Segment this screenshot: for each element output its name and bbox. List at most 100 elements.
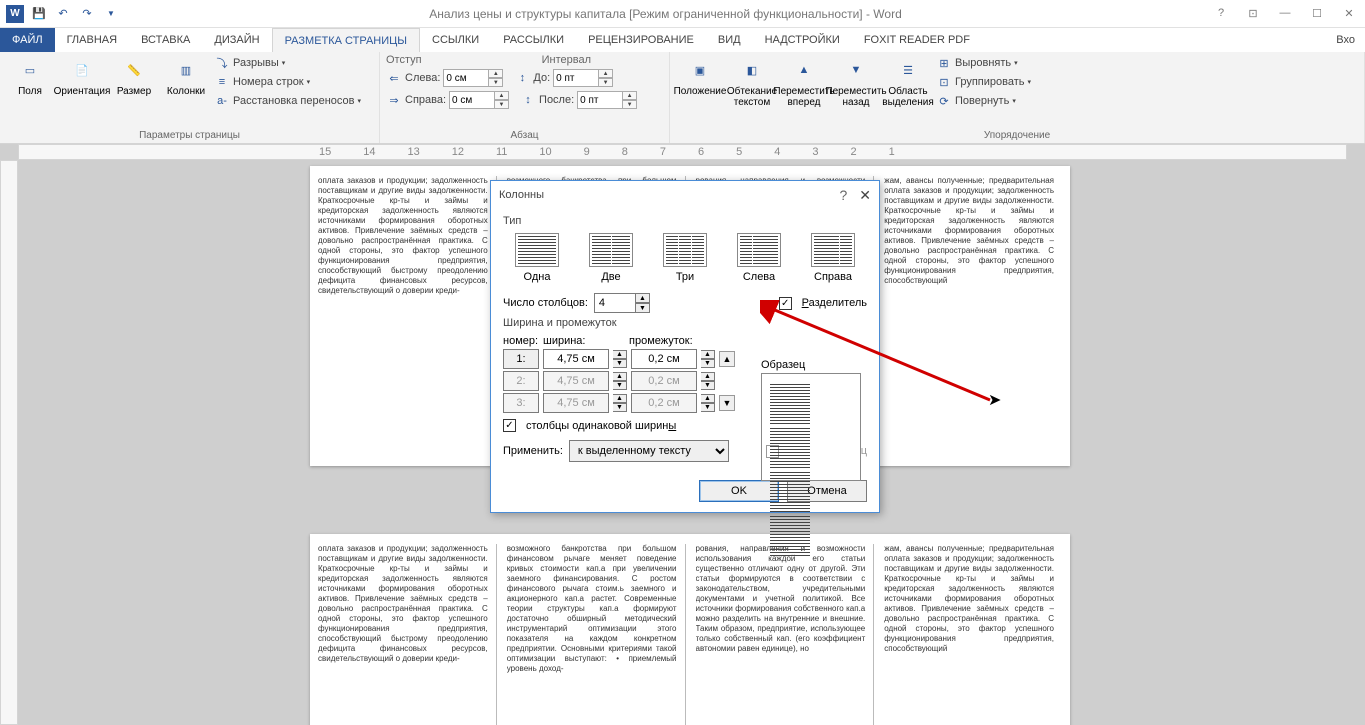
text-column: рования, направления и возможности испол…: [696, 544, 875, 725]
apply-to-select[interactable]: к выделенному тексту: [569, 440, 729, 462]
redo-icon[interactable]: ↷: [76, 3, 98, 25]
preset-one[interactable]: Одна: [507, 233, 567, 283]
tab-view[interactable]: ВИД: [706, 28, 753, 52]
selection-pane-button[interactable]: ☰Область выделения: [884, 54, 932, 110]
quick-access-toolbar: W 💾 ↶ ↷ ▼: [4, 3, 122, 25]
margins-button[interactable]: ▭Поля: [6, 54, 54, 99]
group-page-setup: ▭Поля 📄Ориентация 📏Размер ▥Колонки ⤵Разр…: [0, 52, 380, 143]
preset-two[interactable]: Две: [581, 233, 641, 283]
hyphenation-button[interactable]: a-Расстановка переносов▾: [214, 92, 361, 110]
wrap-text-button[interactable]: ◧Обтекание текстом: [728, 54, 776, 110]
indent-left-input[interactable]: ▲▼: [443, 69, 503, 87]
columns-button[interactable]: ▥Колонки: [162, 54, 210, 99]
orientation-icon: 📄: [68, 56, 96, 84]
tab-addins[interactable]: НАДСТРОЙКИ: [753, 28, 852, 52]
forward-icon: ▲: [790, 56, 818, 84]
sign-in[interactable]: Вхо: [1326, 28, 1365, 52]
width-input[interactable]: 4,75 см: [543, 349, 609, 369]
spacing-before-icon: ↕: [514, 70, 530, 86]
bring-forward-button[interactable]: ▲Переместить вперед: [780, 54, 828, 110]
tab-references[interactable]: ССЫЛКИ: [420, 28, 491, 52]
indent-right-label: Справа:: [405, 94, 446, 106]
text-column: оплата заказов и продукции; задолженност…: [318, 176, 497, 456]
size-button[interactable]: 📏Размер: [110, 54, 158, 99]
orientation-button[interactable]: 📄Ориентация: [58, 54, 106, 99]
breaks-icon: ⤵: [214, 55, 230, 71]
equal-width-checkbox[interactable]: [503, 419, 516, 432]
tab-mailings[interactable]: РАССЫЛКИ: [491, 28, 576, 52]
hyphenation-icon: a-: [214, 93, 230, 109]
ok-button[interactable]: OK: [699, 480, 779, 502]
undo-icon[interactable]: ↶: [52, 3, 74, 25]
type-label: Тип: [503, 215, 867, 227]
help-icon[interactable]: ?: [1209, 7, 1233, 20]
breaks-button[interactable]: ⤵Разрывы▾: [214, 54, 361, 72]
ribbon-tabs: ФАЙЛ ГЛАВНАЯ ВСТАВКА ДИЗАЙН РАЗМЕТКА СТР…: [0, 28, 1365, 52]
cursor-icon: ➤: [988, 390, 1001, 410]
align-icon: ⊞: [936, 55, 952, 71]
tab-review[interactable]: РЕЦЕНЗИРОВАНИЕ: [576, 28, 706, 52]
ribbon: ▭Поля 📄Ориентация 📏Размер ▥Колонки ⤵Разр…: [0, 52, 1365, 144]
columns-icon: ▥: [172, 56, 200, 84]
backward-icon: ▼: [842, 56, 870, 84]
group-label-arrange: Упорядочение: [676, 128, 1358, 143]
tab-file[interactable]: ФАЙЛ: [0, 28, 55, 52]
tab-home[interactable]: ГЛАВНАЯ: [55, 28, 129, 52]
text-column: оплата заказов и продукции; задолженност…: [318, 544, 497, 725]
text-column: жам, авансы полученные; предварительная …: [884, 176, 1062, 456]
text-column: возможного банкротства при большом финан…: [507, 544, 686, 725]
num-columns-label: Число столбцов:: [503, 297, 588, 309]
window-title: Анализ цены и структуры капитала [Режим …: [122, 7, 1209, 21]
group-arrange: ▣Положение ◧Обтекание текстом ▲Перемести…: [670, 52, 1365, 143]
table-row: 3: 4,75 см▲▼ 0,2 см▲▼: [503, 393, 715, 413]
tab-insert[interactable]: ВСТАВКА: [129, 28, 202, 52]
sample-label: Образец: [761, 359, 861, 371]
spacing-before-input[interactable]: ▲▼: [553, 69, 613, 87]
horizontal-ruler[interactable]: 151413121110987654321: [18, 144, 1347, 160]
col-header-gap: промежуток:: [629, 335, 711, 347]
table-row: 2: 4,75 см▲▼ 0,2 см▲▼: [503, 371, 715, 391]
indent-label: Отступ: [386, 54, 422, 66]
align-button[interactable]: ⊞Выровнять▾: [936, 54, 1031, 72]
table-row: 1: 4,75 см▲▼ 0,2 см▲▼: [503, 349, 715, 369]
tab-foxit[interactable]: FOXIT READER PDF: [852, 28, 982, 52]
ribbon-collapse-icon[interactable]: ⊡: [1241, 7, 1265, 20]
indent-left-label: Слева:: [405, 72, 440, 84]
indent-right-input[interactable]: ▲▼: [449, 91, 509, 109]
title-bar: W 💾 ↶ ↷ ▼ Анализ цены и структуры капита…: [0, 0, 1365, 28]
vertical-ruler[interactable]: [0, 160, 18, 725]
position-button[interactable]: ▣Положение: [676, 54, 724, 99]
dialog-close-icon[interactable]: ✕: [859, 187, 871, 204]
tab-page-layout[interactable]: РАЗМЕТКА СТРАНИЦЫ: [272, 28, 420, 52]
group-label-paragraph: Абзац: [386, 128, 663, 143]
rotate-button[interactable]: ⟳Повернуть▾: [936, 92, 1031, 110]
group-button[interactable]: ⊡Группировать▾: [936, 73, 1031, 91]
size-icon: 📏: [120, 56, 148, 84]
preset-left[interactable]: Слева: [729, 233, 789, 283]
qat-customize-icon[interactable]: ▼: [100, 3, 122, 25]
word-icon: W: [4, 3, 26, 25]
dialog-help-icon[interactable]: ?: [839, 187, 847, 203]
preset-three[interactable]: Три: [655, 233, 715, 283]
equal-width-label: столбцы одинаковой ширины: [526, 420, 676, 432]
document-page[interactable]: оплата заказов и продукции; задолженност…: [310, 534, 1070, 725]
width-gap-table: номер: ширина: промежуток: 1: 4,75 см▲▼ …: [503, 335, 715, 413]
preset-right[interactable]: Справа: [803, 233, 863, 283]
new-column-checkbox[interactable]: [766, 445, 779, 458]
num-columns-input[interactable]: ▲▼: [594, 293, 650, 313]
spacing-after-icon: ↕: [520, 92, 536, 108]
gap-input[interactable]: 0,2 см: [631, 349, 697, 369]
maximize-icon[interactable]: ☐: [1305, 7, 1329, 20]
row-scroll[interactable]: ▲▼: [719, 351, 735, 413]
sample-preview: Образец: [761, 359, 861, 481]
close-icon[interactable]: ✕: [1337, 7, 1361, 20]
spacing-after-input[interactable]: ▲▼: [577, 91, 637, 109]
save-icon[interactable]: 💾: [28, 3, 50, 25]
col-header-width: ширина:: [543, 335, 625, 347]
minimize-icon[interactable]: —: [1273, 7, 1297, 20]
separator-checkbox[interactable]: [779, 297, 792, 310]
send-backward-button[interactable]: ▼Переместить назад: [832, 54, 880, 110]
text-column: жам, авансы полученные; предварительная …: [884, 544, 1062, 725]
tab-design[interactable]: ДИЗАЙН: [202, 28, 271, 52]
line-numbers-button[interactable]: ≡Номера строк▾: [214, 73, 361, 91]
